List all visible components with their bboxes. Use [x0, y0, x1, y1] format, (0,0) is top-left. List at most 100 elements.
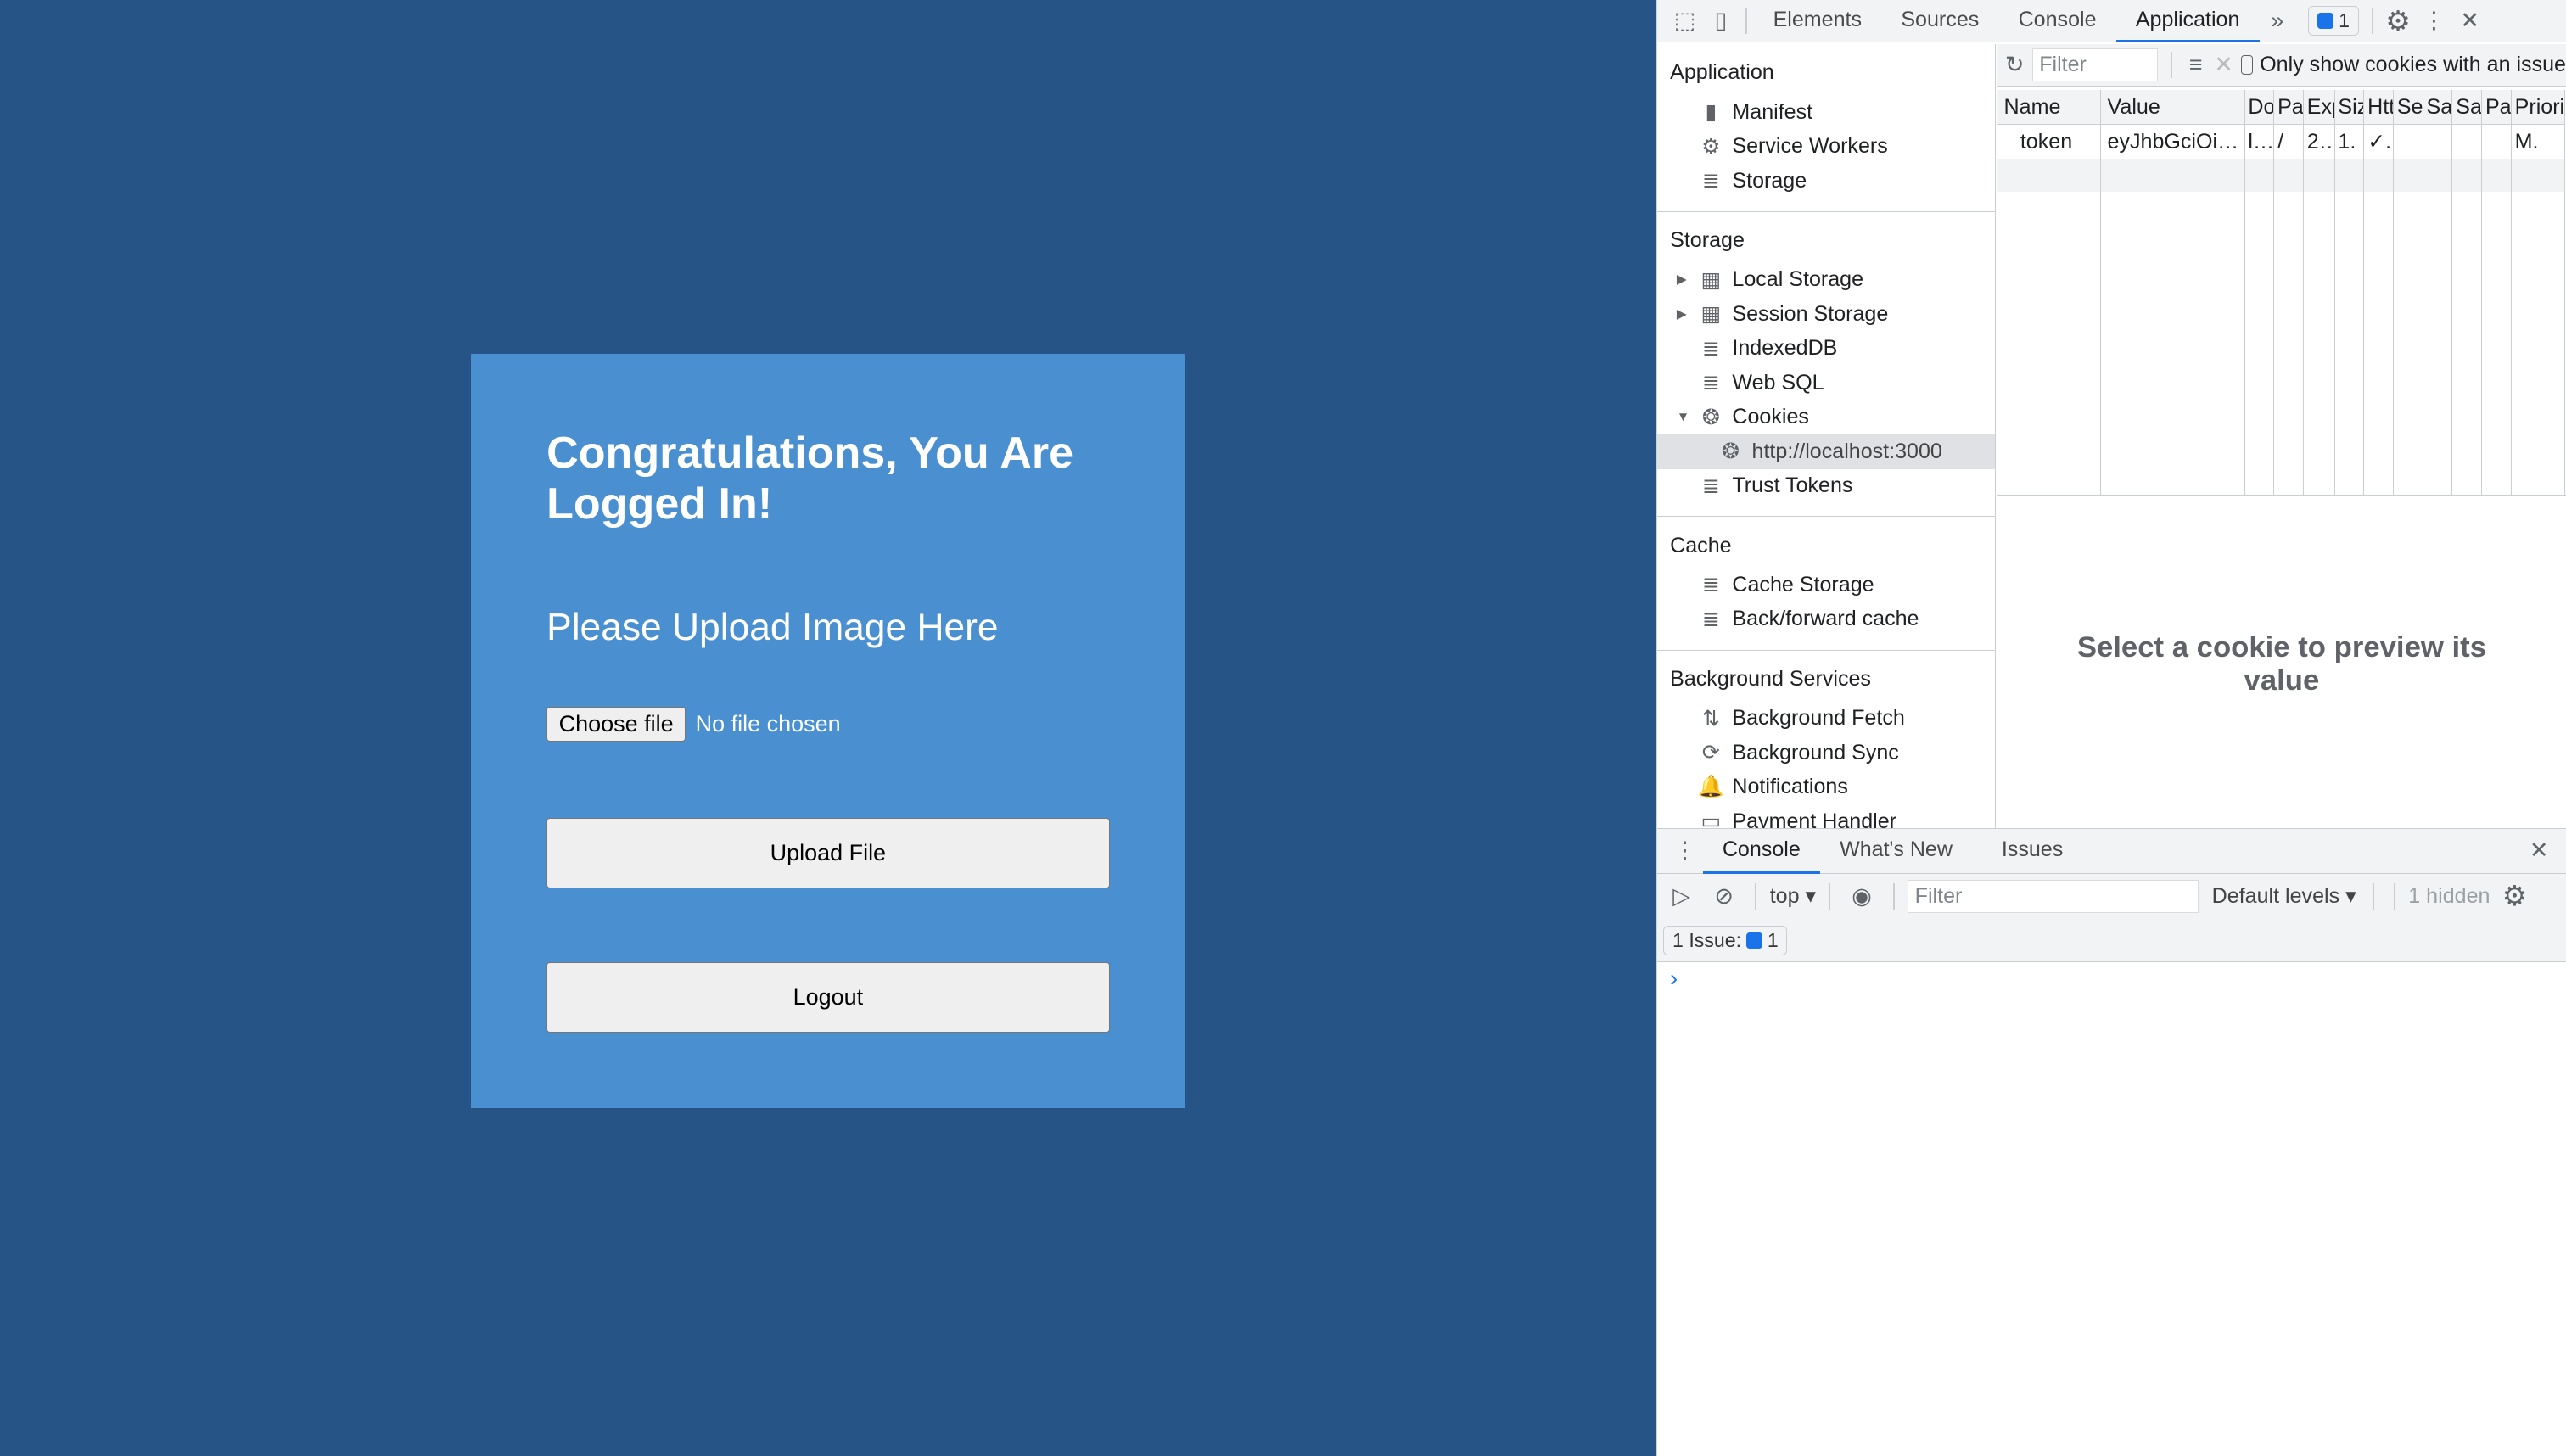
sidebar-item-label: Web SQL: [1732, 370, 1824, 395]
sidebar-section-title: Storage: [1670, 228, 1745, 253]
close-drawer-icon[interactable]: ✕: [2521, 833, 2557, 869]
login-card: Congratulations, You Are Logged In! Plea…: [471, 353, 1185, 1108]
console-settings-icon[interactable]: ⚙: [2496, 878, 2532, 914]
divider: [1745, 8, 1747, 34]
sidebar-section-title: Cache: [1670, 533, 1732, 557]
eye-icon[interactable]: ◉: [1844, 878, 1880, 914]
sidebar-section: Application ▮ Manifest ⚙ Service Workers ≣ Sto…: [1656, 44, 1995, 212]
tab-sources[interactable]: Sources: [1881, 0, 1998, 42]
issues-bar: 1 Issue: 1: [1656, 919, 2566, 962]
cookie-row[interactable]: tokeneyJhbGciOi…l…/2…1.✓. M.: [1997, 124, 2566, 160]
file-status: No file chosen: [695, 710, 841, 736]
column-header[interactable]: Expires / Max-Age: [2303, 90, 2335, 126]
logout-button[interactable]: Logout: [546, 961, 1110, 1033]
console-drawer: ⋮ Console What's New Issues ✕ ▷ ⊘ top ▾ ◉ …: [1656, 827, 2566, 1456]
sidebar-item-background-sync[interactable]: ⟳ Background Sync: [1657, 736, 1995, 770]
delete-icon[interactable]: ✕: [2213, 47, 2234, 82]
divider: [2372, 8, 2373, 34]
drawer-tab-issues[interactable]: Issues: [1982, 828, 2083, 874]
column-header[interactable]: Size: [2334, 90, 2365, 126]
cookie-icon: ❂: [1721, 440, 1740, 464]
sidebar-item-service-workers[interactable]: ⚙ Service Workers: [1657, 129, 1995, 163]
cookie-cell: [2451, 124, 2483, 160]
sidebar-item-background-fetch[interactable]: ⇅ Background Fetch: [1657, 701, 1995, 735]
log-levels-select[interactable]: Default levels ▾: [2212, 883, 2356, 909]
sidebar-item-cache-storage[interactable]: ≣ Cache Storage: [1657, 568, 1995, 602]
cookie-cell: l…: [2244, 124, 2275, 160]
cookie-filter-input[interactable]: Filter: [2031, 48, 2159, 81]
sidebar-item-back-forward-cache[interactable]: ≣ Back/forward cache: [1657, 602, 1995, 636]
console-prompt[interactable]: ›: [1657, 962, 2566, 995]
grid-icon: ▦: [1700, 267, 1722, 292]
column-header[interactable]: Partition Key: [2481, 90, 2512, 126]
column-header[interactable]: SameSite: [2423, 90, 2453, 126]
sidebar-item-manifest[interactable]: ▮ Manifest: [1657, 95, 1995, 129]
tab-elements[interactable]: Elements: [1753, 0, 1881, 42]
refresh-icon[interactable]: ↻: [2004, 47, 2025, 82]
column-header[interactable]: Name: [1997, 90, 2101, 126]
sidebar-section: Background Services ⇅ Background Fetch ⟳ Bac…: [1657, 651, 1995, 828]
only-issues-checkbox[interactable]: [2240, 55, 2254, 76]
devtools-panel: ⬚ ▯ Elements Sources Console Application » …: [1656, 0, 2566, 1456]
sidebar-item-notifications[interactable]: 🔔 Notifications: [1657, 770, 1995, 804]
cookie-cell: M.: [2511, 124, 2566, 160]
sidebar-item-payment-handler[interactable]: ▭ Payment Handler: [1657, 804, 1995, 828]
expand-arrow-icon[interactable]: ▶: [1677, 306, 1696, 322]
cookie-cell: 1.: [2334, 124, 2365, 160]
cookie-table: NameValueDomainPathExpires / Max-AgeSize…: [1997, 87, 2566, 496]
sidebar-item-cookies[interactable]: ▼ ❂ Cookies: [1657, 400, 1995, 434]
settings-icon[interactable]: ⚙: [2380, 3, 2416, 38]
drawer-tab-what-s-new[interactable]: What's New: [1820, 828, 1972, 874]
sidebar-item-trust-tokens[interactable]: ≣ Trust Tokens: [1657, 469, 1995, 503]
column-header[interactable]: SameParty: [2451, 90, 2483, 126]
close-icon[interactable]: ✕: [2452, 3, 2488, 38]
chat-icon: [2317, 12, 2334, 30]
sidebar-item-indexeddb[interactable]: ≣ IndexedDB: [1657, 332, 1995, 366]
sidebar-section: Storage ▶ ▦ Local Storage ▶ ▦ Session Storage ≣…: [1656, 212, 1995, 518]
upload-file-button[interactable]: Upload File: [546, 818, 1110, 889]
cookie-cell: [2481, 124, 2512, 160]
issues-button[interactable]: 1 Issue: 1: [1663, 926, 1788, 955]
grid-icon: ▦: [1700, 302, 1722, 327]
column-header[interactable]: Secure: [2393, 90, 2423, 126]
sidebar-item-web-sql[interactable]: ≣ Web SQL: [1657, 366, 1995, 400]
column-header[interactable]: HttpOnly: [2363, 90, 2394, 126]
console-filter-input[interactable]: Filter: [1907, 880, 2199, 913]
divider: [1892, 882, 1895, 910]
sidebar-item-session-storage[interactable]: ▶ ▦ Session Storage: [1657, 297, 1995, 331]
bell-icon: 🔔: [1697, 775, 1724, 799]
empty-row: [1997, 159, 2566, 192]
divider: [2372, 882, 2374, 910]
clear-filtered-icon[interactable]: ≡: [2185, 47, 2206, 82]
sidebar-toggle-icon[interactable]: ▷: [1663, 878, 1699, 914]
context-select[interactable]: top ▾: [1770, 883, 1816, 909]
sidebar-item-label: Background Sync: [1732, 740, 1899, 764]
drawer-menu-icon[interactable]: ⋮: [1667, 833, 1702, 869]
tab-application[interactable]: Application: [2115, 0, 2260, 42]
cookie-cell: 2…: [2303, 124, 2335, 160]
database-icon: ≣: [1701, 473, 1720, 498]
sidebar-item-http-localhost-3000[interactable]: ❂ http://localhost:3000: [1656, 434, 1995, 469]
sidebar-item-label: Notifications: [1732, 775, 1848, 799]
expand-arrow-icon[interactable]: ▶: [1677, 272, 1696, 288]
sidebar-item-storage[interactable]: ≣ Storage: [1657, 164, 1995, 198]
file-icon: ▮: [1705, 100, 1717, 125]
expand-arrow-icon[interactable]: ▼: [1677, 410, 1696, 425]
more-tabs-icon[interactable]: »: [2260, 3, 2295, 38]
inspect-icon[interactable]: ⬚: [1667, 3, 1702, 38]
console-toolbar: ▷ ⊘ top ▾ ◉ Filter Default levels ▾ 1 hi…: [1656, 873, 2566, 920]
column-header[interactable]: Value: [2100, 90, 2245, 126]
choose-file-button[interactable]: Choose file: [546, 707, 686, 742]
column-header[interactable]: Priority: [2511, 90, 2566, 126]
column-header[interactable]: Domain: [2244, 90, 2275, 126]
issues-badge[interactable]: 1: [2308, 6, 2359, 36]
drawer-tab-console[interactable]: Console: [1702, 828, 1820, 874]
tab-console[interactable]: Console: [1998, 0, 2115, 42]
kebab-menu-icon[interactable]: ⋮: [2416, 3, 2451, 38]
sidebar-item-local-storage[interactable]: ▶ ▦ Local Storage: [1657, 263, 1995, 297]
cookie-cell: [2423, 124, 2453, 160]
device-toggle-icon[interactable]: ▯: [1703, 3, 1739, 38]
column-header[interactable]: Path: [2273, 90, 2304, 126]
divider: [2393, 882, 2395, 910]
clear-console-icon[interactable]: ⊘: [1706, 878, 1742, 914]
